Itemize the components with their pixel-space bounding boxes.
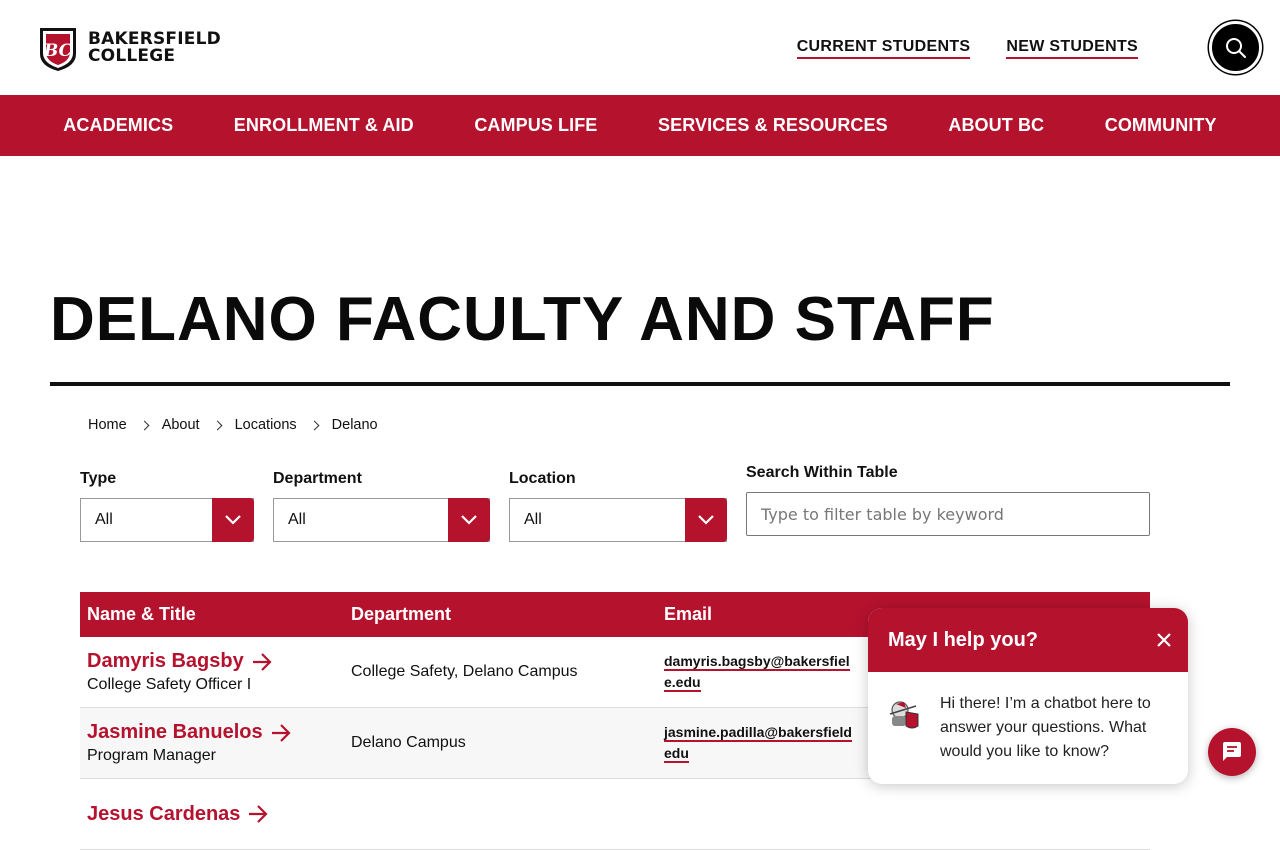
column-header-name[interactable]: Name & Title: [80, 604, 351, 625]
site-header: BC BAKERSFIELD COLLEGE CURRENT STUDENTS …: [0, 0, 1280, 95]
chevron-down-icon[interactable]: [685, 498, 727, 542]
chatbot-popup: May I help you? Hi there! I’m a chatbot …: [868, 608, 1188, 784]
department-cell: Delano Campus: [351, 734, 466, 751]
name-cell: Jasmine Banuelos Program Manager: [80, 721, 351, 765]
type-select-value: All: [95, 511, 113, 528]
close-icon[interactable]: [1154, 630, 1174, 650]
staff-name-link[interactable]: Jasmine Banuelos: [87, 721, 291, 744]
chatbot-message: Hi there! I’m a chatbot here to answer y…: [940, 695, 1151, 760]
breadcrumb-current: Delano: [331, 417, 378, 433]
arrow-right-icon: [271, 723, 291, 742]
email-link[interactable]: jasmine.padilla@bakersfield edu: [664, 722, 874, 764]
location-filter: Location All: [509, 470, 727, 542]
table-search-label: Search Within Table: [746, 464, 898, 481]
nav-about-bc[interactable]: ABOUT BC: [948, 115, 1044, 136]
department-filter-label: Department: [273, 470, 362, 487]
chat-toggle-button[interactable]: [1208, 728, 1256, 776]
breadcrumb-locations[interactable]: Locations: [235, 417, 297, 433]
department-select-value: All: [288, 511, 306, 528]
location-select-value: All: [524, 511, 542, 528]
nav-enrollment-aid[interactable]: ENROLLMENT & AID: [234, 115, 414, 136]
chat-bubble-icon: [1223, 742, 1241, 761]
main-nav: ACADEMICS ENROLLMENT & AID CAMPUS LIFE S…: [0, 95, 1280, 156]
college-name-line2: COLLEGE: [88, 46, 176, 66]
name-cell: Damyris Bagsby College Safety Officer I: [80, 650, 351, 694]
arrow-right-icon: [252, 652, 272, 671]
column-header-department[interactable]: Department: [351, 604, 664, 625]
breadcrumb: Home About Locations Delano: [88, 417, 378, 433]
email-link[interactable]: damyris.bagsby@bakersfiel e.edu: [664, 651, 874, 693]
chatbot-header: May I help you?: [868, 608, 1188, 672]
type-filter: Type All: [80, 470, 254, 542]
staff-title: College Safety Officer I: [87, 676, 252, 693]
breadcrumb-home[interactable]: Home: [88, 417, 127, 433]
chevron-right-icon: [139, 420, 150, 430]
staff-name-link[interactable]: Jesus Cardenas: [87, 803, 268, 826]
staff-name-link[interactable]: Damyris Bagsby: [87, 650, 272, 673]
nav-community[interactable]: COMMUNITY: [1105, 115, 1217, 136]
email-line-1: jasmine.padilla@bakersfield: [664, 724, 852, 742]
utility-links: CURRENT STUDENTS NEW STUDENTS: [796, 38, 1138, 59]
location-select[interactable]: All: [509, 498, 727, 542]
search-icon: [1225, 37, 1246, 58]
email-line-2: edu: [664, 745, 689, 763]
title-divider: [50, 382, 1230, 386]
chevron-down-icon[interactable]: [212, 498, 254, 542]
breadcrumb-about[interactable]: About: [162, 417, 200, 433]
table-search-input[interactable]: [746, 492, 1150, 536]
current-students-link[interactable]: CURRENT STUDENTS: [796, 38, 971, 59]
staff-title: Program Manager: [87, 747, 216, 764]
department-cell: College Safety, Delano Campus: [351, 663, 578, 680]
chatbot-body: Hi there! I’m a chatbot here to answer y…: [868, 672, 1188, 784]
staff-name: Jesus Cardenas: [87, 802, 241, 825]
new-students-link[interactable]: NEW STUDENTS: [1006, 38, 1138, 59]
table-row: Jesus Cardenas: [80, 779, 1150, 850]
email-line-2: e.edu: [664, 674, 701, 692]
type-filter-label: Type: [80, 470, 117, 487]
nav-services-resources[interactable]: SERVICES & RESOURCES: [658, 115, 888, 136]
chevron-right-icon: [212, 420, 223, 430]
table-search: Search Within Table: [746, 464, 1150, 536]
staff-name: Jasmine Banuelos: [87, 721, 263, 743]
svg-text:BC: BC: [43, 41, 73, 61]
chevron-down-icon[interactable]: [448, 498, 490, 542]
email-line-1: damyris.bagsby@bakersfiel: [664, 653, 850, 671]
chatbot-title: May I help you?: [888, 628, 1039, 651]
college-name: BAKERSFIELD COLLEGE: [88, 31, 221, 65]
arrow-right-icon: [249, 805, 268, 823]
staff-name: Damyris Bagsby: [87, 650, 244, 672]
page-title: DELANO FACULTY AND STAFF: [50, 285, 995, 354]
shield-logo-icon: BC: [40, 28, 76, 71]
nav-academics[interactable]: ACADEMICS: [63, 115, 173, 136]
type-select[interactable]: All: [80, 498, 254, 542]
name-cell: Jesus Cardenas: [80, 803, 351, 826]
location-filter-label: Location: [509, 470, 576, 487]
site-search-button[interactable]: [1209, 21, 1262, 74]
college-logo[interactable]: BC BAKERSFIELD COLLEGE: [36, 24, 221, 72]
chatbot-mascot-icon: [889, 701, 919, 729]
department-select[interactable]: All: [273, 498, 490, 542]
department-filter: Department All: [273, 470, 490, 542]
nav-campus-life[interactable]: CAMPUS LIFE: [474, 115, 597, 136]
chevron-right-icon: [309, 420, 320, 430]
